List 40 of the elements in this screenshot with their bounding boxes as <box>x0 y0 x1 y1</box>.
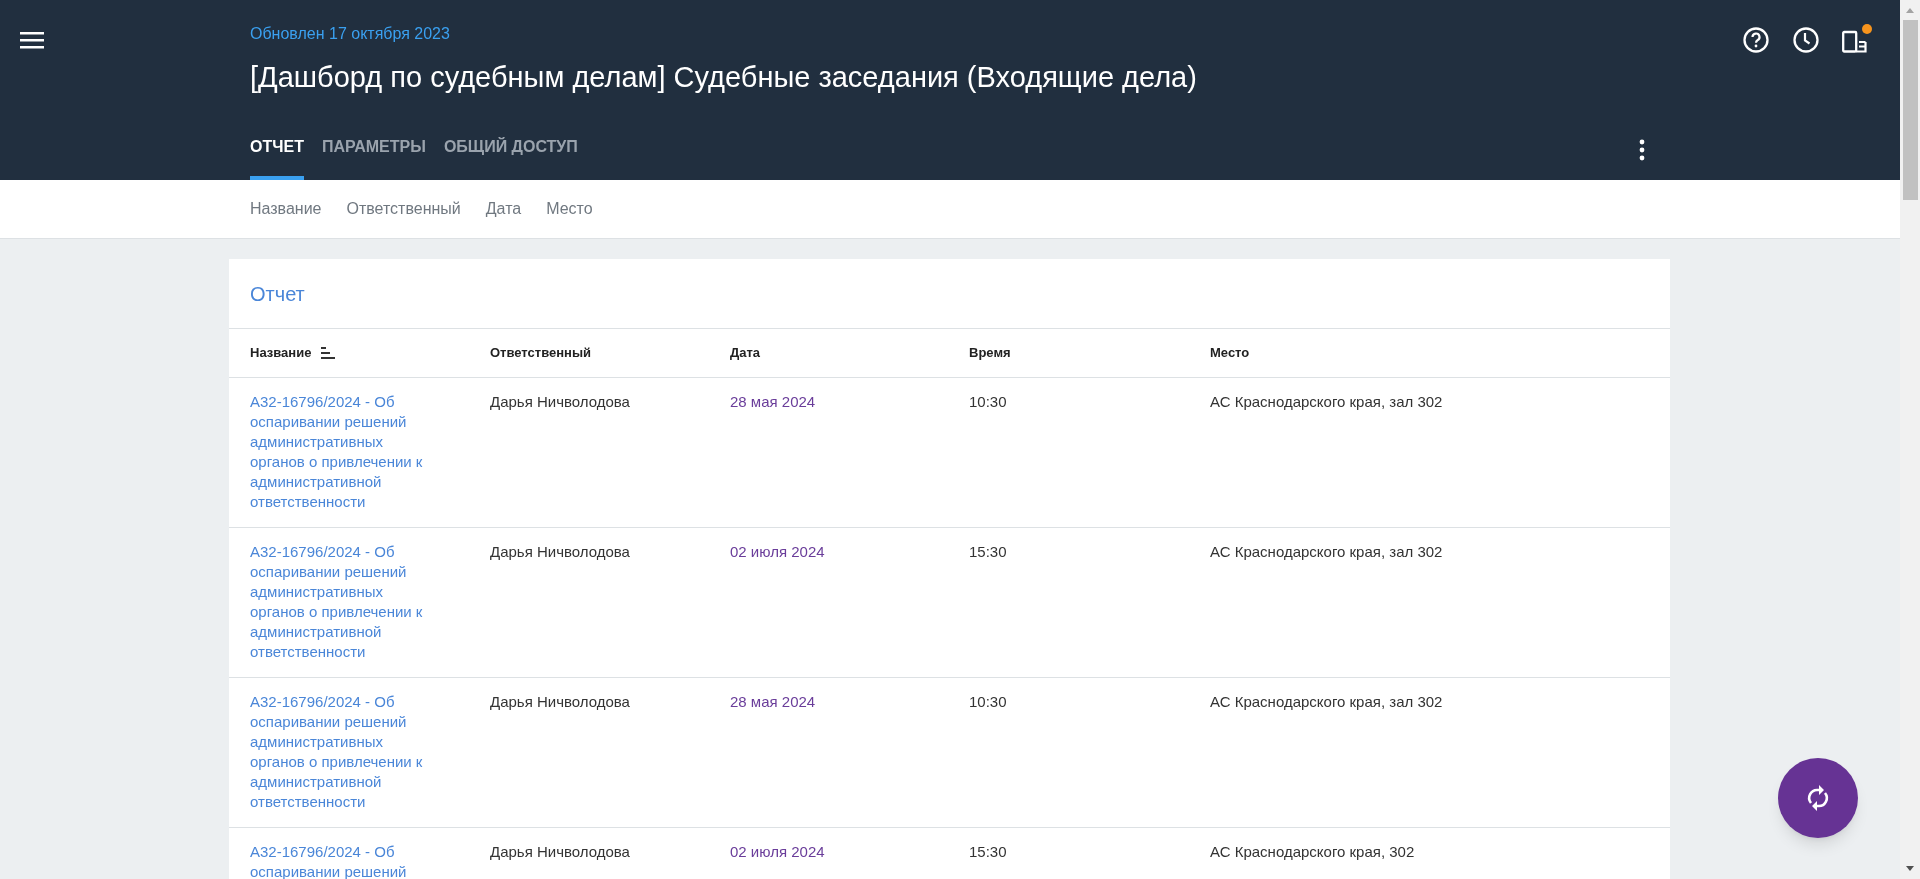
table-cell-text: АС Краснодарского края, зал 302 <box>1210 692 1444 712</box>
filter-chip[interactable]: Название <box>250 197 322 221</box>
table-cell-text: АС Краснодарского края, 302 <box>1210 842 1416 862</box>
table-cell-text: 15:30 <box>969 542 1008 562</box>
tab[interactable]: ОБЩИЙ ДОСТУП <box>443 135 578 180</box>
table-cell-text: АС Краснодарского края, зал 302 <box>1210 542 1444 562</box>
case-link[interactable]: А32-16796/2024 - Об оспаривании решений административных органов о привлечении к административной ответственности <box>250 392 490 512</box>
column-header[interactable]: Время <box>969 343 1011 363</box>
help-icon[interactable] <box>1742 26 1770 54</box>
sort-icon[interactable] <box>321 347 336 359</box>
refresh-icon <box>1806 784 1830 812</box>
filter-chip[interactable]: Дата <box>485 197 522 221</box>
date-cell-text: 02 июля 2024 <box>730 542 826 562</box>
table-cell-text: Дарья Ничволодова <box>490 842 631 862</box>
report-title: [Дашборд по судебным делам] Судебные заседания (Входящие дела) <box>250 60 1197 95</box>
date-cell-text: 02 июля 2024 <box>730 842 826 862</box>
filter-chip[interactable]: Место <box>546 197 593 221</box>
updated-date: Обновлен 17 октября 2023 <box>250 24 450 44</box>
panel-icon <box>1842 29 1868 53</box>
table-cell-text: 15:30 <box>969 842 1008 862</box>
table-cell-text: Дарья Ничволодова <box>490 692 631 712</box>
filter-chip[interactable]: Ответственный <box>346 197 461 221</box>
case-link[interactable]: А32-16796/2024 - Об оспаривании решений административных органов о привлечении к административной ответственности <box>250 692 490 812</box>
clock-icon[interactable] <box>1792 26 1820 54</box>
date-cell-text: 28 мая 2024 <box>730 392 817 412</box>
column-header[interactable]: Название <box>250 343 312 363</box>
table-cell-text: 10:30 <box>969 692 1008 712</box>
table-cell-text: АС Краснодарского края, зал 302 <box>1210 392 1444 412</box>
column-header[interactable]: Ответственный <box>490 343 591 363</box>
column-header[interactable]: Дата <box>730 343 761 363</box>
scrollbar[interactable] <box>1900 0 1920 879</box>
tab[interactable]: ПАРАМЕТРЫ <box>321 135 426 180</box>
table-cell-text: Дарья Ничволодова <box>490 542 631 562</box>
case-link[interactable]: А32-16796/2024 - Об оспаривании решений административных органов о привлечении к административной ответственности <box>250 542 490 662</box>
card-title: Отчет <box>229 259 1670 329</box>
table-cell-text: Дарья Ничволодова <box>490 392 631 412</box>
column-header[interactable]: Место <box>1210 343 1250 363</box>
table-cell-text: 10:30 <box>969 392 1008 412</box>
date-cell-text: 28 мая 2024 <box>730 692 817 712</box>
scrollbar-thumb[interactable] <box>1902 20 1918 200</box>
